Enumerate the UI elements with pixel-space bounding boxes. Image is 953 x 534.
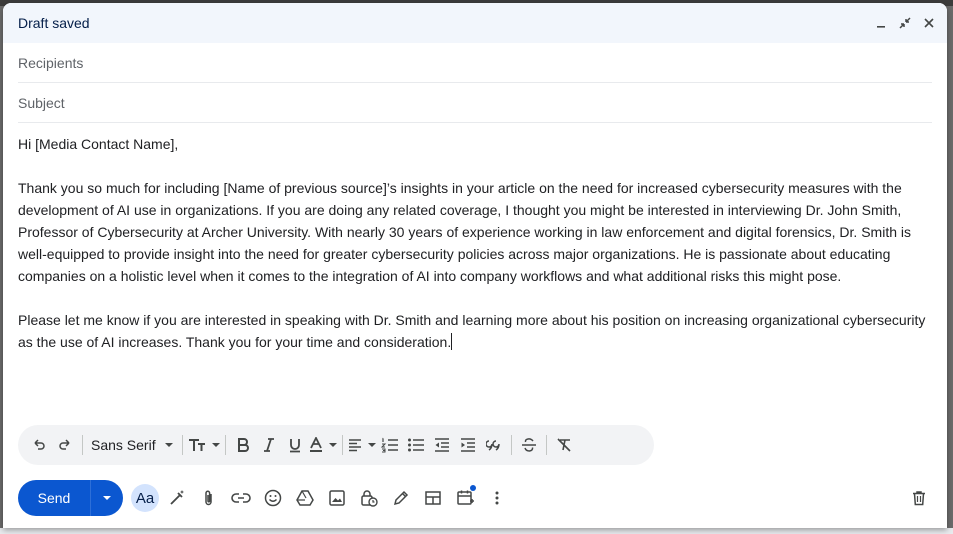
- toolbar-separator: [181, 435, 183, 455]
- remove-formatting-icon: [557, 438, 571, 452]
- arrow-down-icon: [103, 496, 111, 500]
- font-family-value: Sans Serif: [91, 437, 156, 453]
- underline-button[interactable]: [282, 431, 308, 459]
- redo-icon: [59, 439, 70, 450]
- indent-less-button[interactable]: [429, 431, 455, 459]
- body-paragraph-2-text: Please let me know if you are interested…: [18, 312, 926, 350]
- image-icon: [329, 490, 345, 506]
- insert-emoji-button[interactable]: [257, 482, 289, 514]
- more-options-button[interactable]: [481, 482, 513, 514]
- recipients-placeholder: Recipients: [18, 54, 84, 71]
- undo-button[interactable]: [26, 431, 52, 459]
- font-family-select[interactable]: Sans Serif: [87, 431, 178, 459]
- set-up-time-button[interactable]: [449, 482, 481, 514]
- text-caret: [451, 333, 453, 350]
- exit-fullscreen-button[interactable]: [895, 13, 915, 33]
- chevron-down-icon: [211, 443, 220, 447]
- text-size-icon: [188, 439, 205, 451]
- toolbar-separator: [82, 435, 83, 455]
- bold-icon: [237, 438, 249, 452]
- toolbar-separator: [224, 435, 226, 455]
- attach-files-button[interactable]: [193, 482, 225, 514]
- text-color-icon: [309, 437, 322, 452]
- subject-placeholder: Subject: [18, 94, 65, 111]
- recipients-field[interactable]: Recipients: [18, 43, 932, 83]
- formatting-options-button[interactable]: Aa: [131, 484, 159, 512]
- insert-signature-button[interactable]: [385, 482, 417, 514]
- insert-photo-button[interactable]: [321, 482, 353, 514]
- compose-window: Draft saved Recipients Subject Hi [Media…: [3, 3, 947, 528]
- minimize-button[interactable]: [871, 13, 891, 33]
- layouts-button[interactable]: [417, 482, 449, 514]
- bulleted-list-button[interactable]: [403, 431, 429, 459]
- font-size-button[interactable]: [187, 431, 221, 459]
- body-paragraph-1: Thank you so much for including [Name of…: [18, 180, 911, 284]
- indent-more-icon: [460, 438, 475, 452]
- indent-less-icon: [434, 438, 449, 452]
- remove-formatting-button[interactable]: [551, 431, 577, 459]
- undo-icon: [34, 439, 45, 450]
- pen-icon: [393, 490, 409, 506]
- greeting-line: Hi [Media Contact Name],: [18, 136, 179, 152]
- more-vert-icon: [495, 491, 499, 505]
- insert-link-button[interactable]: [225, 482, 257, 514]
- more-send-options-button[interactable]: [91, 480, 123, 516]
- align-button[interactable]: [347, 431, 377, 459]
- message-body[interactable]: Hi [Media Contact Name], Thank you so mu…: [3, 123, 947, 353]
- insert-drive-button[interactable]: [289, 482, 321, 514]
- lock-clock-icon: [361, 490, 378, 507]
- close-button[interactable]: [919, 13, 939, 33]
- underline-icon: [289, 439, 300, 453]
- align-left-icon: [348, 439, 361, 452]
- emoji-icon: [264, 489, 282, 507]
- link-icon: [231, 493, 251, 503]
- numbered-list-button[interactable]: [377, 431, 403, 459]
- body-paragraph-2: Please let me know if you are interested…: [18, 309, 932, 353]
- close-icon: [924, 18, 934, 28]
- google-drive-icon: [296, 490, 314, 506]
- chevron-down-icon: [367, 443, 376, 447]
- action-bar: Send Aa: [18, 480, 935, 516]
- numbered-list-icon: [380, 437, 398, 453]
- calendar-add-icon: [457, 490, 474, 505]
- exit-fullscreen-icon: [899, 17, 911, 29]
- quote-icon: [485, 440, 500, 451]
- chevron-down-icon: [328, 443, 337, 447]
- minimize-icon: [877, 26, 885, 28]
- compose-header[interactable]: Draft saved: [3, 3, 947, 43]
- strikethrough-button[interactable]: [516, 431, 542, 459]
- discard-draft-button[interactable]: [903, 482, 935, 514]
- magic-pen-icon: [170, 490, 184, 505]
- strikethrough-icon: [521, 438, 536, 452]
- redo-button[interactable]: [52, 431, 78, 459]
- formatting-toolbar: Sans Serif: [18, 425, 654, 465]
- toolbar-separator: [341, 435, 343, 455]
- bulleted-list-icon: [407, 438, 424, 452]
- compose-title: Draft saved: [18, 15, 90, 31]
- layout-icon: [425, 491, 441, 505]
- paperclip-icon: [205, 490, 212, 506]
- bold-button[interactable]: [230, 431, 256, 459]
- toolbar-separator: [545, 435, 547, 455]
- new-feature-dot: [470, 485, 476, 491]
- indent-more-button[interactable]: [455, 431, 481, 459]
- subject-field[interactable]: Subject: [18, 83, 932, 123]
- confidential-mode-button[interactable]: [353, 482, 385, 514]
- chevron-down-icon: [164, 443, 173, 447]
- toolbar-separator: [510, 435, 512, 455]
- trash-icon: [913, 491, 925, 506]
- send-button[interactable]: Send: [18, 480, 90, 516]
- background-gmail-bottom: [0, 528, 953, 534]
- italic-icon: [263, 438, 274, 452]
- quote-button[interactable]: [481, 431, 507, 459]
- help-me-write-button[interactable]: [161, 482, 193, 514]
- send-button-group: Send: [18, 480, 123, 516]
- italic-button[interactable]: [256, 431, 282, 459]
- text-color-button[interactable]: [308, 431, 338, 459]
- header-actions: [871, 13, 939, 33]
